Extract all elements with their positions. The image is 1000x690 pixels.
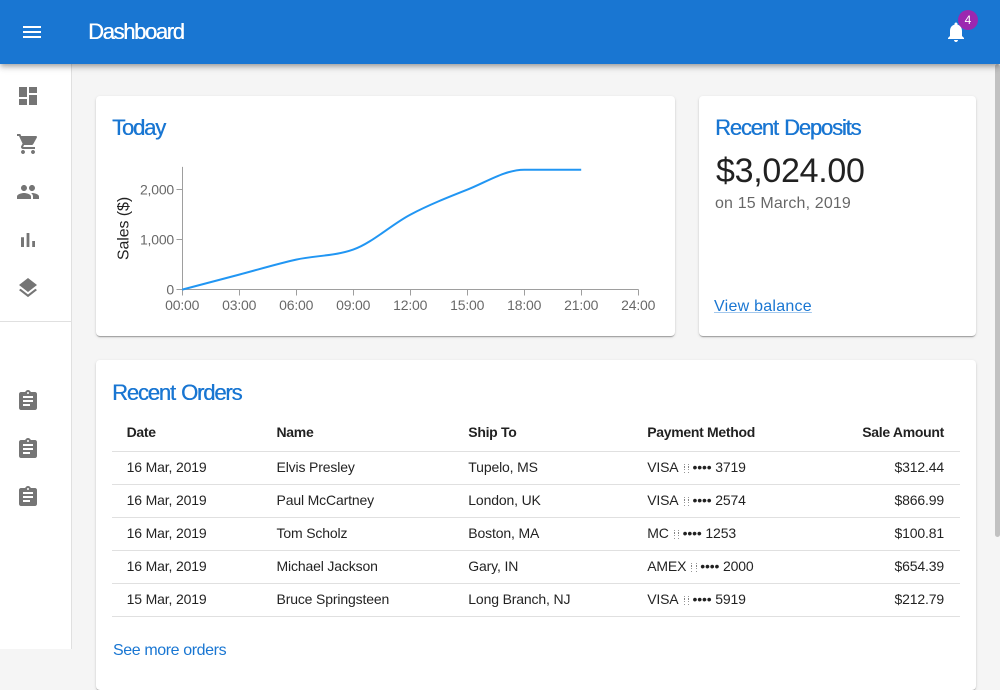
svg-text:00:00: 00:00 (165, 297, 199, 313)
svg-text:1,000: 1,000 (140, 231, 174, 247)
svg-text:15:00: 15:00 (450, 297, 484, 313)
svg-text:18:00: 18:00 (507, 297, 541, 313)
svg-text:12:00: 12:00 (393, 297, 427, 313)
svg-text:06:00: 06:00 (279, 297, 313, 313)
svg-text:09:00: 09:00 (336, 297, 370, 313)
svg-text:2,000: 2,000 (140, 181, 174, 197)
svg-text:24:00: 24:00 (621, 297, 655, 313)
svg-text:03:00: 03:00 (222, 297, 256, 313)
svg-text:Sales ($): Sales ($) (116, 197, 133, 260)
svg-text:0: 0 (166, 281, 174, 297)
svg-text:21:00: 21:00 (564, 297, 598, 313)
